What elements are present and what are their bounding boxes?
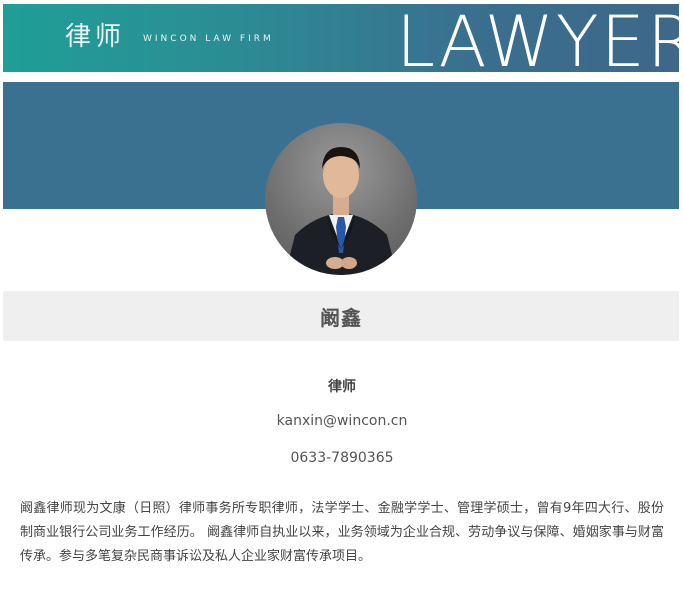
header-banner: 律师 WINCON LAW FIRM LAWYER <box>3 4 679 72</box>
phone-number[interactable]: 0633-7890365 <box>0 450 684 466</box>
name-bar: 阚鑫 <box>3 291 679 341</box>
avatar <box>265 123 417 275</box>
lawyer-name: 阚鑫 <box>320 305 362 330</box>
portrait-image <box>285 147 397 275</box>
biography-text: 阚鑫律师现为文康（日照）律师事务所专职律师，法学学士、金融学学士、管理学硕士，曾… <box>20 501 664 564</box>
lawyer-title: 律师 <box>328 379 356 395</box>
banner-firm-name: WINCON LAW FIRM <box>143 34 274 44</box>
email-address[interactable]: kanxin@wincon.cn <box>0 413 684 429</box>
banner-cn-title: 律师 <box>65 22 126 52</box>
banner-lawyer-word: LAWYER <box>396 4 679 72</box>
